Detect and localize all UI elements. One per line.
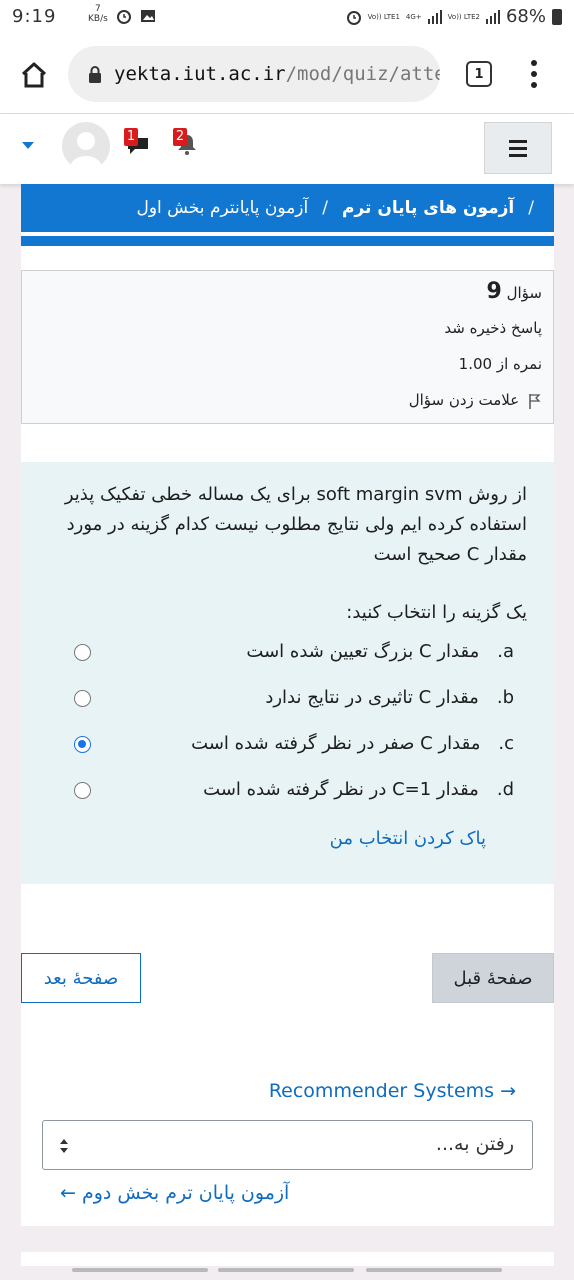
nav-bar-segment [218, 1268, 354, 1272]
browser-toolbar: yekta.iut.ac.ir/mod/quiz/atte 1 [0, 34, 574, 114]
flag-label: علامت زدن سؤال [408, 391, 520, 409]
answer-text: مقدار C بزرگ تعیین شده است [246, 640, 480, 662]
tab-switcher-button[interactable]: 1 [466, 61, 492, 87]
jump-to-placeholder: رفتن به... [435, 1133, 514, 1155]
answer-option-a[interactable]: a. مقدار C بزرگ تعیین شده است [74, 636, 514, 666]
answer-letter: d. [496, 778, 514, 800]
answer-option-d[interactable]: d. مقدار C=1 در نظر گرفته شده است [74, 774, 514, 804]
answer-prompt: یک گزینه را انتخاب کنید: [346, 602, 527, 623]
image-icon [141, 10, 155, 22]
select-arrows-icon [60, 1139, 68, 1153]
question-label: سؤال [506, 284, 542, 302]
signal-icon [485, 9, 500, 24]
alarm-icon [346, 10, 361, 25]
network-speed-value: 7 [95, 4, 101, 14]
status-right: Vo)) LTE1 4G+ Vo)) LTE2 68% [346, 6, 562, 27]
question-text: از روش soft margin svm برای یک مساله خطی… [64, 484, 527, 565]
more-menu-icon[interactable] [526, 58, 542, 90]
hamburger-icon-line [509, 146, 527, 150]
breadcrumb: / آزمون های پایان ترم / آزمون پایانترم ب… [21, 184, 554, 232]
question-status: پاسخ ذخیره شد [444, 319, 542, 337]
radio-button[interactable] [74, 690, 91, 707]
home-icon[interactable] [20, 61, 48, 89]
jump-to-select[interactable]: رفتن به... [42, 1120, 533, 1170]
user-icon [70, 132, 102, 170]
question-content: از روش soft margin svm برای یک مساله خطی… [21, 462, 554, 884]
answer-text: مقدار C تاثیری در نتایج ندارد [265, 686, 479, 708]
question-info: سؤال 9 پاسخ ذخیره شد نمره از 1.00 علامت … [21, 270, 554, 424]
messages-badge: 1 [124, 128, 138, 146]
breadcrumb-separator: / [322, 198, 328, 218]
clear-choice-link[interactable]: پاک کردن انتخاب من [330, 828, 486, 849]
flag-icon [529, 393, 541, 409]
status-bar: 9:19 7 KB/s Vo)) LTE1 4G+ Vo)) LTE2 68% [0, 0, 574, 34]
answer-text: مقدار C صفر در نظر گرفته شده است [191, 732, 481, 754]
nav-bar-segment [366, 1268, 502, 1272]
sim1-label: Vo)) LTE1 [368, 13, 400, 21]
answer-option-c[interactable]: c. مقدار C صفر در نظر گرفته شده است [74, 728, 514, 758]
notifications-badge: 2 [173, 128, 187, 146]
battery-icon [552, 8, 562, 25]
question-number: سؤال 9 [487, 279, 542, 304]
avatar[interactable] [62, 122, 110, 170]
breadcrumb-strip [21, 236, 554, 246]
question-number-value: 9 [486, 279, 502, 304]
next-page-button[interactable]: صفحهٔ بعد [21, 953, 141, 1003]
battery-percent: 68% [505, 6, 546, 27]
nav-drawer-button[interactable] [484, 122, 552, 174]
alarm-icon [117, 10, 131, 24]
radio-button-selected[interactable] [74, 736, 91, 753]
previous-page-button[interactable]: صفحهٔ قبل [432, 953, 554, 1003]
answer-option-b[interactable]: b. مقدار C تاثیری در نتایج ندارد [74, 682, 514, 712]
url-path: /mod/quiz/atte [285, 63, 440, 85]
radio-button[interactable] [74, 644, 91, 661]
address-bar[interactable]: yekta.iut.ac.ir/mod/quiz/atte [68, 46, 440, 102]
hamburger-icon-line [509, 139, 527, 143]
breadcrumb-item-final-exam-part1[interactable]: آزمون پایانترم بخش اول [136, 198, 308, 218]
site-header: 1 2 [0, 114, 574, 184]
sim1-type: 4G+ [405, 12, 422, 21]
flag-question-link[interactable]: علامت زدن سؤال [409, 391, 542, 409]
sim1-text: Vo)) LTE1 [367, 12, 400, 21]
answer-text: مقدار C=1 در نظر گرفته شده است [203, 778, 479, 800]
nav-bar-segment [72, 1268, 208, 1272]
answer-letter: c. [498, 732, 514, 754]
previous-activity-link[interactable]: آزمون پایان ترم بخش دوم ← [60, 1182, 289, 1204]
lock-icon [89, 66, 101, 83]
breadcrumb-item-final-exams[interactable]: آزمون های پایان ترم [342, 198, 514, 218]
page-content: / آزمون های پایان ترم / آزمون پایانترم ب… [0, 184, 574, 1280]
breadcrumb-separator: / [528, 198, 534, 218]
hamburger-icon-line [509, 153, 527, 157]
network-speed: 7 KB/s [88, 4, 108, 24]
user-menu-caret-icon[interactable] [22, 142, 34, 149]
network-speed-unit: KB/s [88, 14, 108, 24]
question-grade: نمره از 1.00 [458, 355, 542, 373]
android-nav-bar [0, 1266, 574, 1280]
tab-count: 1 [474, 66, 484, 82]
answer-letter: a. [497, 640, 514, 662]
signal-icon [427, 9, 442, 24]
next-activity-link[interactable]: Recommender Systems → [269, 1080, 516, 1102]
clock: 9:19 [12, 6, 57, 27]
answer-letter: b. [496, 686, 514, 708]
radio-button[interactable] [74, 782, 91, 799]
url-host: yekta.iut.ac.ir [114, 63, 286, 85]
sim2-label: Vo)) LTE2 [447, 12, 480, 21]
url-text: yekta.iut.ac.ir/mod/quiz/atte [114, 63, 440, 85]
